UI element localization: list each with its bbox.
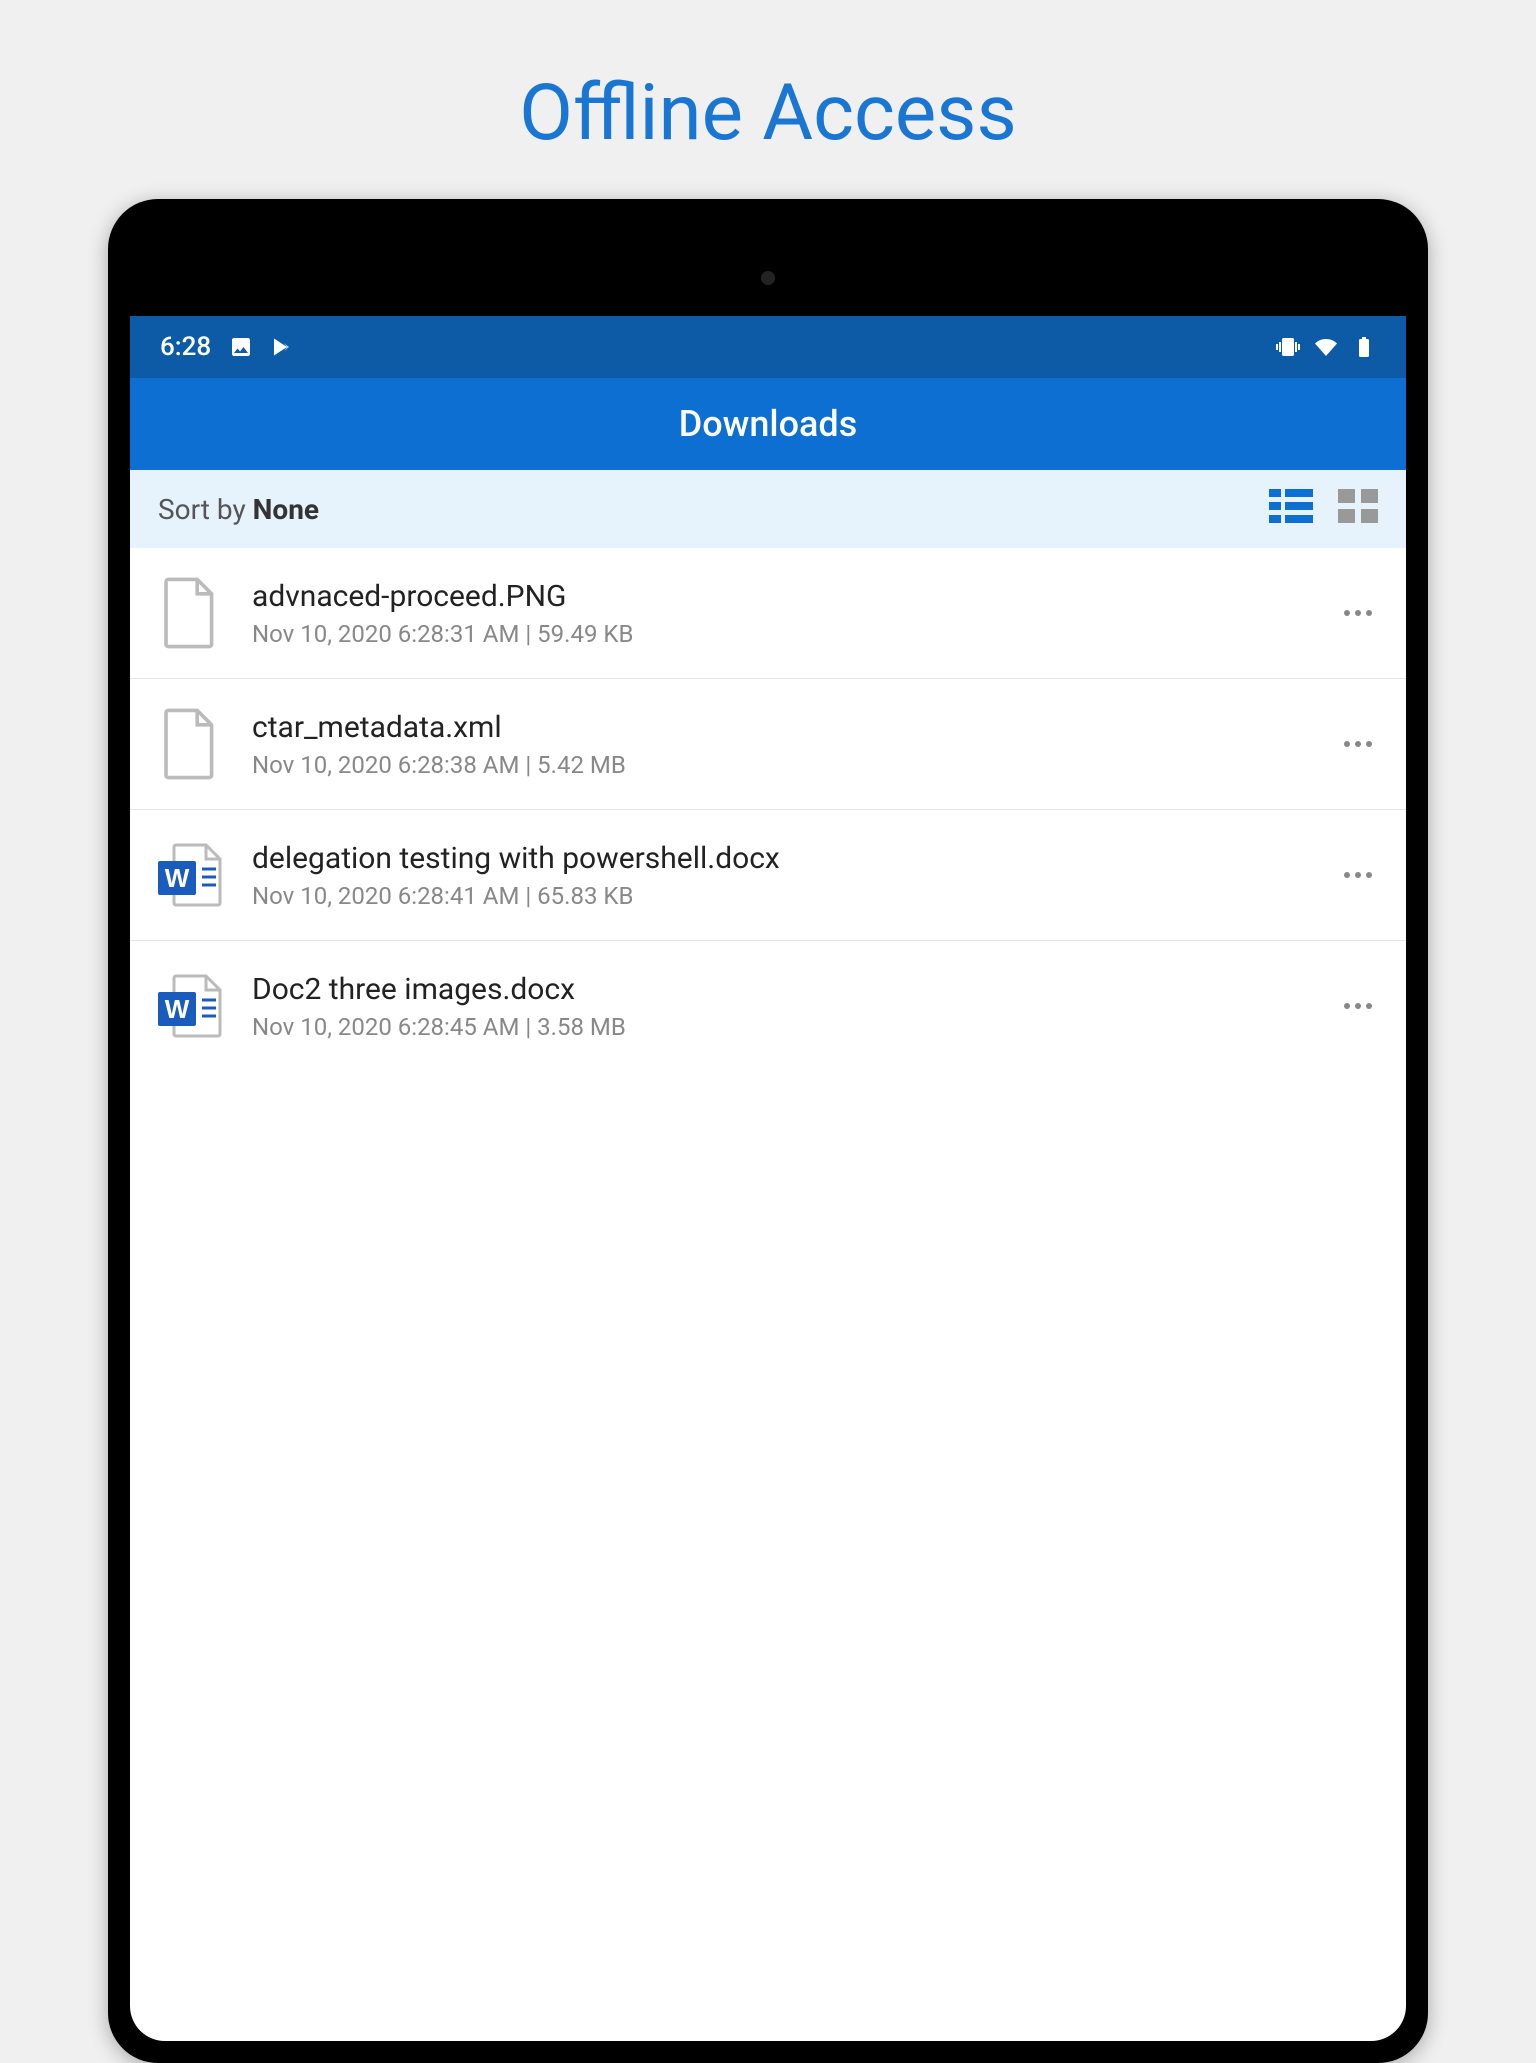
more-icon [1344,610,1372,616]
more-button[interactable] [1338,610,1378,616]
file-row[interactable]: ctar_metadata.xml Nov 10, 2020 6:28:38 A… [130,679,1406,810]
sort-button[interactable]: Sort by None [158,493,319,526]
status-bar: 6:28 [130,316,1406,378]
file-meta: Nov 10, 2020 6:28:45 AM | 3.58 MB [252,1013,1312,1041]
file-info: ctar_metadata.xml Nov 10, 2020 6:28:38 A… [252,710,1312,779]
more-icon [1344,872,1372,878]
app-bar: Downloads [130,378,1406,470]
file-info: advnaced-proceed.PNG Nov 10, 2020 6:28:3… [252,579,1312,648]
file-meta: Nov 10, 2020 6:28:31 AM | 59.49 KB [252,620,1312,648]
grid-view-icon [1338,489,1378,523]
list-view-button[interactable] [1269,489,1313,530]
file-name: ctar_metadata.xml [252,710,1312,745]
file-info: Doc2 three images.docx Nov 10, 2020 6:28… [252,972,1312,1041]
status-right [1276,335,1376,359]
sort-bar: Sort by None [130,470,1406,548]
battery-icon [1352,335,1376,359]
list-view-icon [1269,489,1313,523]
file-name: advnaced-proceed.PNG [252,579,1312,614]
view-toggles [1269,489,1378,530]
sort-value: None [253,493,319,526]
more-button[interactable] [1338,872,1378,878]
word-file-icon: W [154,836,226,914]
status-left: 6:28 [160,332,295,362]
more-button[interactable] [1338,1003,1378,1009]
generic-file-icon [154,705,226,783]
file-meta: Nov 10, 2020 6:28:38 AM | 5.42 MB [252,751,1312,779]
image-icon [229,335,253,359]
vibrate-icon [1276,335,1300,359]
svg-text:W: W [165,863,190,893]
file-list: advnaced-proceed.PNG Nov 10, 2020 6:28:3… [130,548,1406,1071]
file-row[interactable]: W Doc2 three images.docx Nov 10, 2020 6:… [130,941,1406,1071]
tablet-frame: 6:28 [108,199,1428,2063]
more-icon [1344,741,1372,747]
more-icon [1344,1003,1372,1009]
file-name: delegation testing with powershell.docx [252,841,1312,876]
file-name: Doc2 three images.docx [252,972,1312,1007]
svg-text:W: W [165,994,190,1024]
sort-prefix: Sort by [158,493,253,526]
status-time: 6:28 [160,332,211,362]
generic-file-icon [154,574,226,652]
play-store-icon [271,335,295,359]
app-bar-title: Downloads [679,403,858,445]
page-title: Offline Access [0,0,1536,199]
file-info: delegation testing with powershell.docx … [252,841,1312,910]
file-row[interactable]: advnaced-proceed.PNG Nov 10, 2020 6:28:3… [130,548,1406,679]
word-file-icon: W [154,967,226,1045]
file-row[interactable]: W delegation testing with powershell.doc… [130,810,1406,941]
tablet-camera [761,271,775,285]
more-button[interactable] [1338,741,1378,747]
file-meta: Nov 10, 2020 6:28:41 AM | 65.83 KB [252,882,1312,910]
wifi-icon [1314,335,1338,359]
tablet-inner: 6:28 [130,221,1406,2041]
screen: 6:28 [130,316,1406,2041]
grid-view-button[interactable] [1338,489,1378,530]
